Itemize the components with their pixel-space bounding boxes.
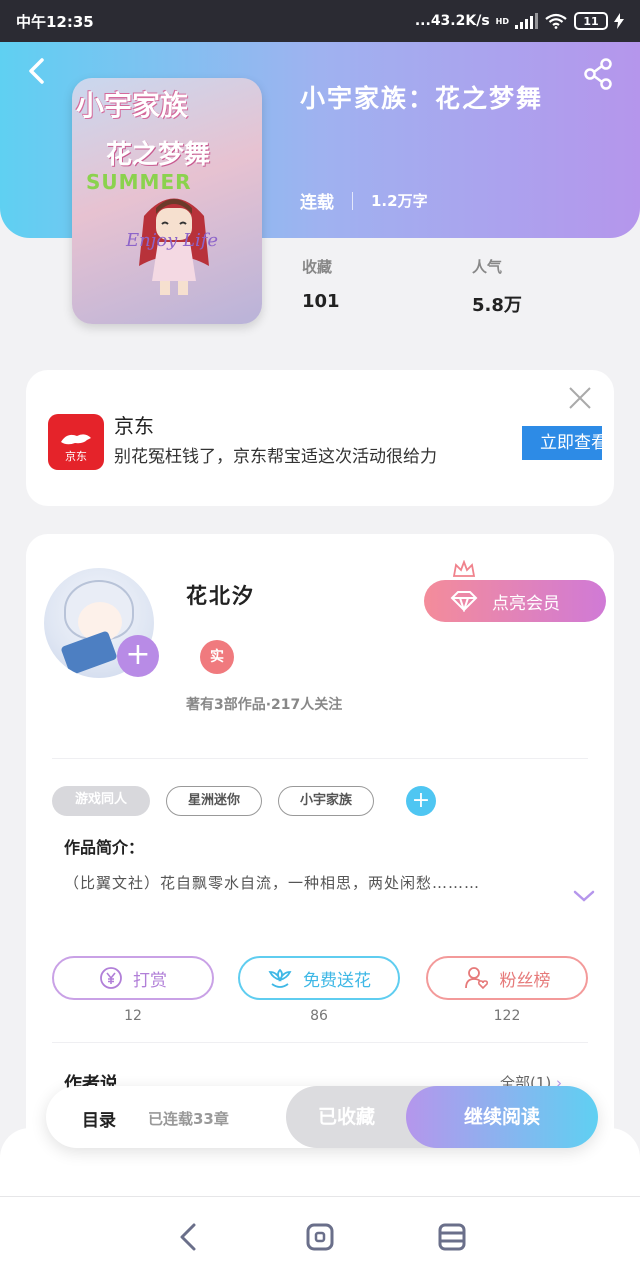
hd-label: HD bbox=[495, 16, 509, 26]
reward-button[interactable]: 打赏 bbox=[52, 956, 214, 1000]
battery-level: 11 bbox=[583, 14, 599, 28]
fans-count: 122 bbox=[493, 1008, 521, 1024]
stat-label: 人气 bbox=[472, 258, 503, 276]
fans-ranking-label: 粉丝榜 bbox=[499, 970, 551, 991]
stat-value: 5.8万 bbox=[472, 295, 522, 316]
author-info: 著有3部作品·217人关注 bbox=[186, 697, 343, 713]
avatar-fan bbox=[60, 630, 118, 676]
signal-icon bbox=[515, 13, 538, 29]
toc-button[interactable]: 目录 bbox=[82, 1106, 116, 1131]
book-detail-page: 中午12:35 ...43.2K/s HD 11 小宇家族 花之梦舞 SUMME… bbox=[0, 0, 640, 1280]
diamond-icon bbox=[450, 591, 478, 612]
battery-icon: 11 bbox=[574, 12, 608, 30]
intro-heading: 作品简介： bbox=[64, 838, 145, 857]
continue-reading-button[interactable]: 继续阅读 bbox=[406, 1086, 598, 1148]
tag-game-fanfic[interactable]: 游戏同人 bbox=[52, 786, 150, 816]
fans-ranking-button[interactable]: 粉丝榜 bbox=[426, 956, 588, 1000]
cover-title-line1: 小宇家族 bbox=[76, 89, 189, 122]
back-icon[interactable] bbox=[22, 56, 52, 86]
network-speed: ...43.2K/s bbox=[414, 13, 490, 29]
status-time: 中午12:35 bbox=[16, 12, 94, 31]
divider bbox=[52, 758, 588, 759]
jd-dog-icon bbox=[61, 434, 91, 445]
chapters-count[interactable]: 已连载33章 bbox=[148, 1108, 229, 1129]
stat-label: 收藏 bbox=[302, 258, 333, 276]
ad-cta-button[interactable]: 立即查看 bbox=[522, 426, 602, 460]
ad-brand: 京东 bbox=[114, 414, 154, 438]
tag-xiaoyu-family[interactable]: 小宇家族 bbox=[278, 786, 374, 816]
stat-favorites: 收藏 101 bbox=[302, 256, 340, 312]
flower-icon bbox=[268, 968, 292, 988]
send-flower-button[interactable]: 免费送花 bbox=[238, 956, 400, 1000]
meta-divider bbox=[352, 191, 353, 210]
flower-count: 86 bbox=[310, 1008, 328, 1024]
wifi-icon bbox=[545, 13, 567, 29]
ad-card[interactable]: 京东 京东 别花冤枉钱了，京东帮宝适这次活动很给力 立即查看 bbox=[26, 370, 614, 506]
book-cover[interactable]: 小宇家族 花之梦舞 SUMMER Enjoy Life bbox=[72, 78, 262, 324]
divider bbox=[52, 1042, 588, 1043]
user-heart-icon bbox=[464, 967, 488, 990]
reward-label: 打赏 bbox=[133, 970, 167, 991]
follow-plus-button[interactable]: + bbox=[117, 635, 159, 677]
vip-button[interactable]: 点亮会员 bbox=[424, 580, 606, 622]
book-title: 小宇家族：花之梦舞 bbox=[300, 84, 544, 113]
bottom-action-bar: 目录 已连载33章 已收藏 继续阅读 bbox=[46, 1086, 598, 1148]
yuan-coin-icon bbox=[100, 967, 122, 989]
book-meta: 连载 1.2万字 bbox=[300, 188, 428, 213]
cover-title-line2: 花之梦舞 bbox=[106, 140, 211, 170]
stat-popularity: 人气 5.8万 bbox=[472, 256, 522, 317]
close-icon[interactable] bbox=[566, 384, 594, 412]
stat-value: 101 bbox=[302, 291, 340, 312]
add-tag-button[interactable]: + bbox=[406, 786, 436, 816]
jd-logo-text: 京东 bbox=[65, 450, 87, 463]
book-status: 连载 bbox=[300, 193, 334, 213]
cover-title-line4: Enjoy Life bbox=[126, 230, 219, 251]
ad-description: 别花冤枉钱了，京东帮宝适这次活动很给力 bbox=[114, 447, 437, 467]
reward-count: 12 bbox=[124, 1008, 142, 1024]
nav-menu-icon[interactable] bbox=[434, 1219, 470, 1255]
charging-icon bbox=[614, 13, 624, 29]
jd-logo: 京东 bbox=[48, 414, 104, 470]
intro-text: （比翼文社）花自飘零水自流，一种相思，两处闲愁……… bbox=[64, 874, 481, 892]
book-word-count: 1.2万字 bbox=[371, 192, 428, 210]
chevron-down-icon[interactable] bbox=[572, 886, 596, 906]
nav-back-icon[interactable] bbox=[172, 1219, 208, 1255]
nav-home-icon[interactable] bbox=[302, 1219, 338, 1255]
crown-icon bbox=[452, 560, 476, 577]
status-bar: 中午12:35 ...43.2K/s HD 11 bbox=[0, 0, 640, 42]
verified-badge: 实 bbox=[200, 640, 234, 674]
tag-xingzhou-mini[interactable]: 星洲迷你 bbox=[166, 786, 262, 816]
status-icons: ...43.2K/s HD 11 bbox=[415, 12, 624, 30]
send-flower-label: 免费送花 bbox=[303, 970, 371, 991]
vip-button-label: 点亮会员 bbox=[492, 593, 560, 614]
system-nav-bar bbox=[0, 1196, 640, 1280]
author-name[interactable]: 花北汐 bbox=[186, 580, 255, 610]
